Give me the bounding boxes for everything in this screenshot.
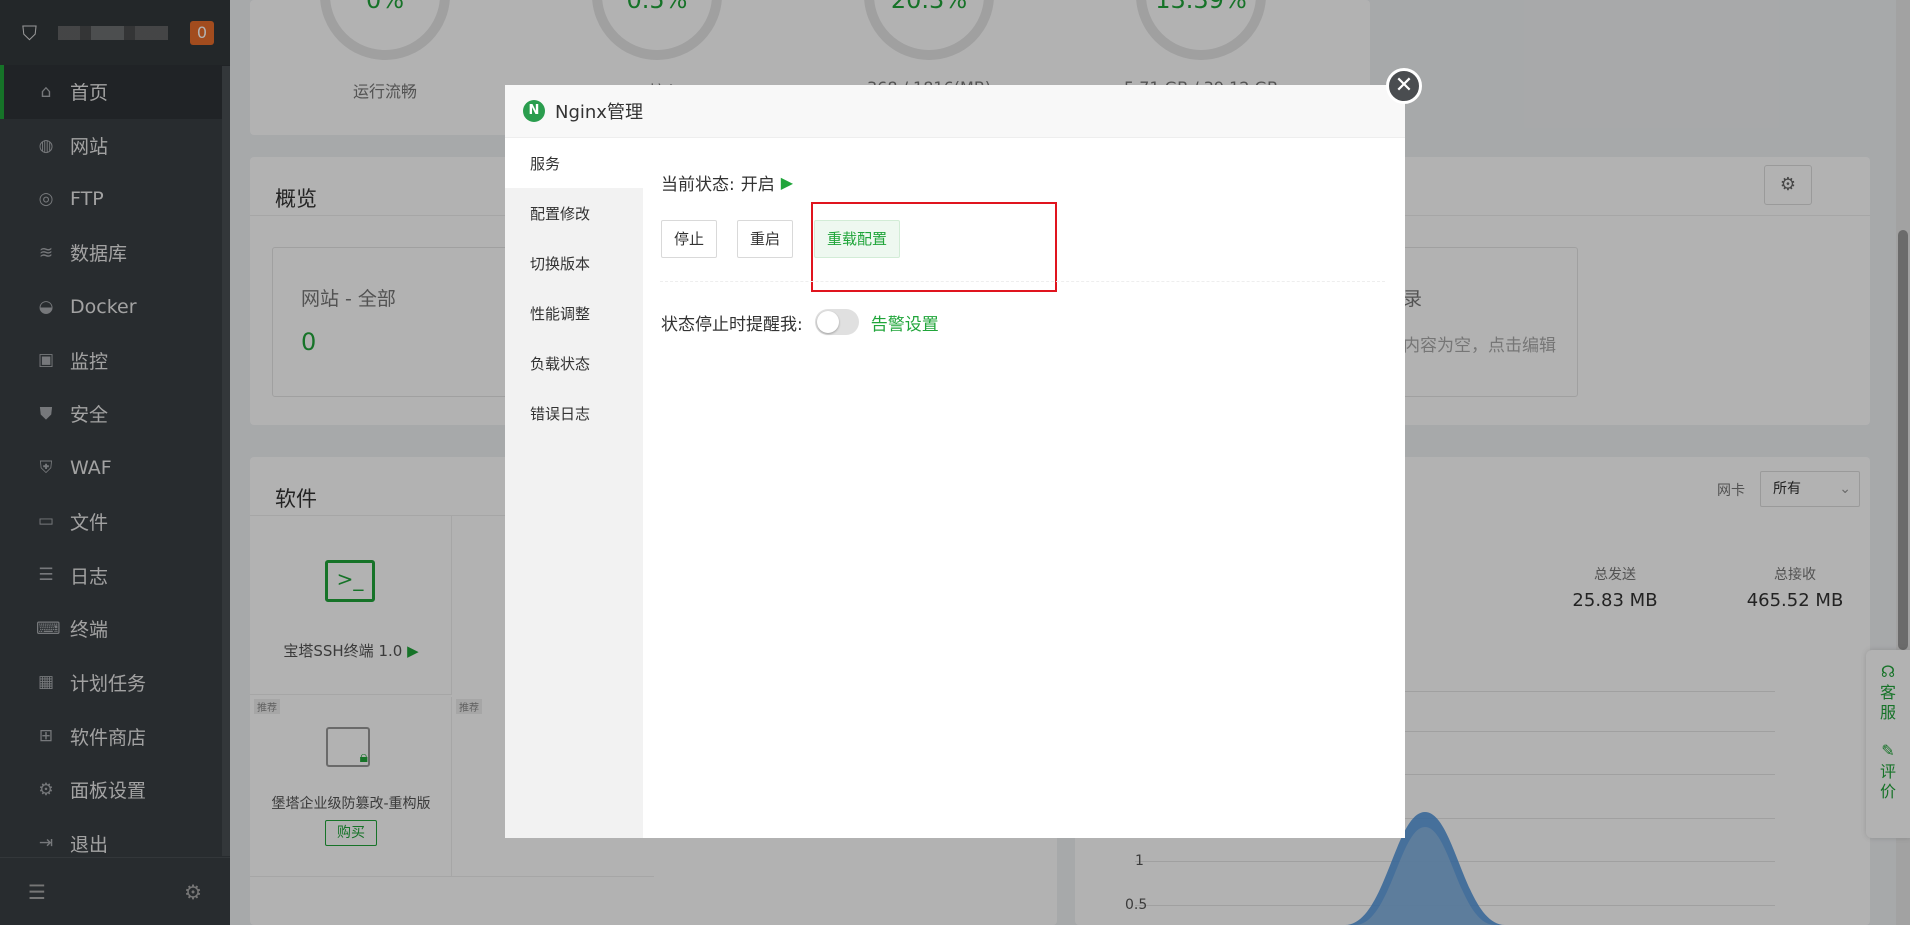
alert-toggle[interactable] — [814, 309, 859, 335]
status-line: 当前状态: 开启 ▶ — [661, 170, 793, 195]
nginx-modal: N Nginx管理 服务 配置修改 切换版本 性能调整 负载状态 错误日志 当前… — [505, 85, 1405, 838]
modal-title: Nginx管理 — [555, 102, 643, 123]
play-icon: ▶ — [780, 173, 794, 192]
modal-header: N Nginx管理 — [505, 85, 1405, 138]
tab-error-log[interactable]: 错误日志 — [505, 388, 643, 438]
alert-line: 状态停止时提醒我: 告警设置 — [661, 309, 939, 335]
modal-tabs: 服务 配置修改 切换版本 性能调整 负载状态 错误日志 — [505, 138, 643, 838]
alert-settings-link[interactable]: 告警设置 — [871, 310, 939, 335]
tab-service[interactable]: 服务 — [505, 138, 643, 188]
stop-button[interactable]: 停止 — [661, 220, 718, 258]
divider — [660, 281, 1385, 282]
tab-switch-version[interactable]: 切换版本 — [505, 238, 643, 288]
alert-label: 状态停止时提醒我: — [661, 314, 803, 335]
tab-config[interactable]: 配置修改 — [505, 188, 643, 238]
tab-load-status[interactable]: 负载状态 — [505, 338, 643, 388]
close-icon[interactable]: ✕ — [1386, 68, 1422, 104]
highlight-box — [811, 202, 1057, 292]
nginx-icon: N — [523, 100, 545, 122]
status-value: 开启 — [740, 175, 775, 195]
status-label: 当前状态: — [661, 175, 735, 195]
toggle-knob — [816, 311, 839, 333]
tab-performance[interactable]: 性能调整 — [505, 288, 643, 338]
restart-button[interactable]: 重启 — [737, 220, 794, 258]
